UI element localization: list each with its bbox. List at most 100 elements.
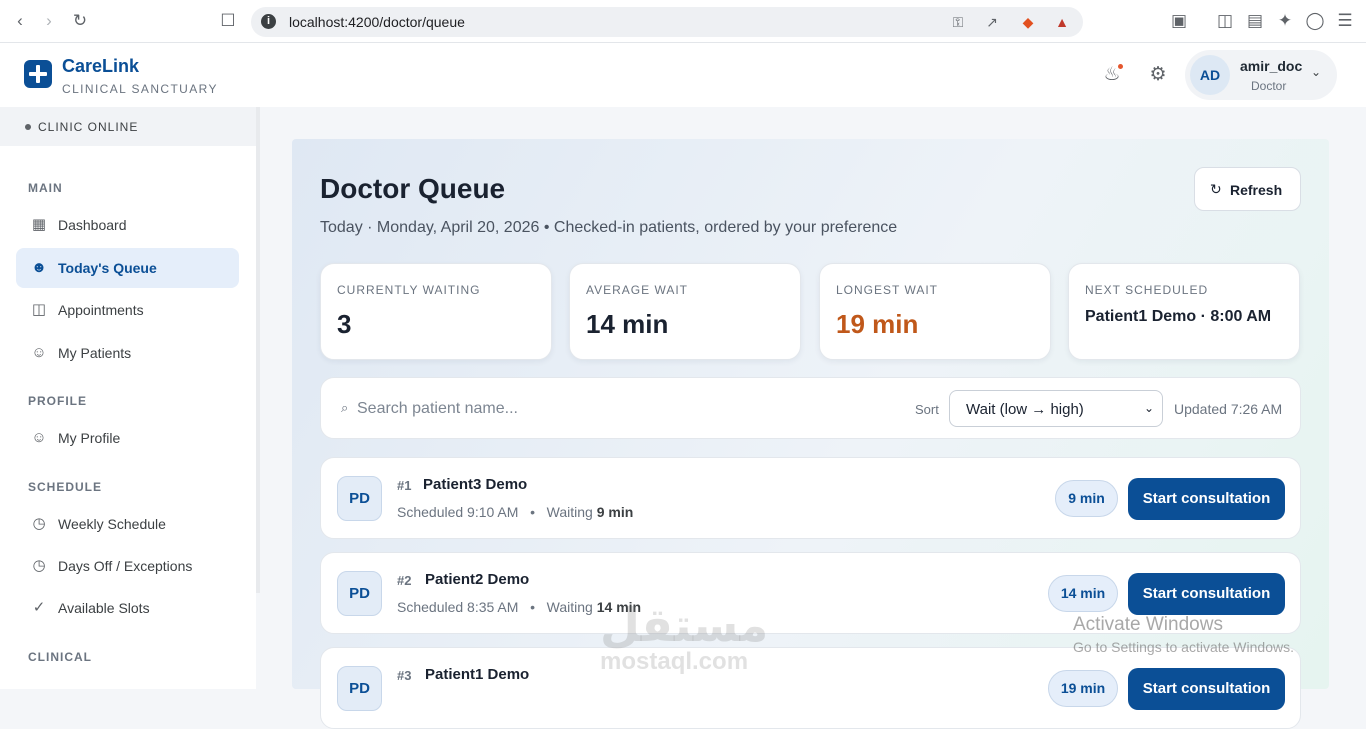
wallet-icon[interactable]: ▤ [1244,10,1266,32]
patient-name: Patient2 Demo [425,571,530,588]
rewards-icon[interactable]: ▲ [1053,13,1071,31]
stat-card-average-wait: AVERAGE WAIT 14 min [569,263,801,360]
start-consultation-button[interactable]: Start consultation [1128,478,1285,520]
stat-card-next-scheduled: NEXT SCHEDULED Patient1 Demo · 8:00 AM [1068,263,1300,360]
waiting-label: Waiting [546,504,593,520]
queue-position: #2 [397,573,412,588]
queue-toolbar: ⌕ Sort Wait (low → high) ⌄ Updated 7:26 … [320,377,1301,439]
windows-activation-subtitle: Go to Settings to activate Windows. [1073,639,1294,655]
notification-dot [1118,64,1123,69]
user-role: Doctor [1251,79,1287,93]
patient-name: Patient1 Demo [425,666,530,683]
sidebar-toggle-icon[interactable]: ◫ [1214,10,1236,32]
search-input[interactable] [357,397,757,421]
refresh-label: Refresh [1230,182,1283,198]
page-subtitle: Today · Monday, April 20, 2026 • Checked… [320,219,898,236]
stat-value: 14 min [586,309,669,339]
sidebar-item-profile[interactable]: ☺ My Profile [16,418,239,458]
sidebar-item-label: My Patients [58,345,132,361]
refresh-icon: ↻ [1210,181,1222,197]
patient-avatar: PD [337,476,382,521]
back-icon[interactable]: ‹ [9,10,31,32]
bookmark-icon[interactable]: ☐ [217,10,239,32]
start-consultation-button[interactable]: Start consultation [1128,573,1285,615]
updated-timestamp: Updated 7:26 AM [1174,401,1283,417]
refresh-button[interactable]: ↻ Refresh [1194,167,1301,211]
avatar: AD [1190,55,1230,95]
section-label-schedule: SCHEDULE [28,480,103,494]
user-menu[interactable]: AD amir_doc Doctor ⌄ [1185,50,1337,100]
search-icon: ⌕ [341,400,349,415]
users-icon: ☻ [31,259,47,276]
stat-label: LONGEST WAIT [836,283,939,297]
user-icon: ☺ [31,344,47,361]
queue-position: #1 [397,478,412,493]
sidebar-item-days-off[interactable]: ◷ Days Off / Exceptions [16,546,239,586]
queue-row: PD #1 Patient3 Demo Scheduled 9:10 AM • … [320,457,1301,539]
wait-badge: 9 min [1055,480,1118,517]
sort-select[interactable]: Wait (low → high) ⌄ [949,390,1163,427]
clock-icon: ◷ [32,515,46,532]
sidebar-item-queue[interactable]: ☻ Today's Queue [16,248,239,288]
gear-icon[interactable]: ⚙ [1146,63,1170,87]
address-bar[interactable]: i localhost:4200/doctor/queue ⚿ ↗ ◆ ▲ [251,7,1083,37]
sidebar-item-patients[interactable]: ☺ My Patients [16,333,239,373]
stat-label: CURRENTLY WAITING [337,283,481,297]
sidebar-item-available-slots[interactable]: ✓ Available Slots [16,588,239,628]
mostaql-watermark-url: mostaql.com [600,648,749,675]
sidebar-item-label: Dashboard [58,217,127,233]
clinic-status: CLINIC ONLINE [0,107,256,146]
queue-row: PD #3 Patient1 Demo 19 min Start consult… [320,647,1301,729]
sidebar-item-label: Today's Queue [58,260,157,276]
sidebar-scrollbar[interactable] [256,107,260,593]
patient-avatar: PD [337,571,382,616]
calendar-icon: ◫ [31,301,47,318]
sidebar-item-label: My Profile [58,430,121,446]
menu-icon[interactable]: ☰ [1334,10,1356,32]
status-dot-icon [25,124,31,130]
waiting-value: 9 min [596,504,634,520]
scheduled-time: Scheduled 8:35 AM [397,599,519,615]
mostaql-watermark: مستقل [600,599,769,651]
check-icon: ✓ [32,599,46,616]
reload-icon[interactable]: ↻ [69,10,91,32]
sidebar-item-weekly-schedule[interactable]: ◷ Weekly Schedule [16,504,239,544]
stat-value: 3 [337,309,352,339]
ai-sparkle-icon[interactable]: ✦ [1274,10,1296,32]
brand-tagline: CLINICAL SANCTUARY [62,82,218,96]
section-label-clinical: CLINICAL [28,650,92,664]
sidebar-item-label: Weekly Schedule [58,516,166,532]
chevron-down-icon[interactable]: ⌄ [1311,65,1321,79]
sort-select-value: Wait (low → high) [966,401,1084,418]
stat-label: NEXT SCHEDULED [1085,283,1209,297]
sidebar-item-dashboard[interactable]: ▦ Dashboard [16,205,239,245]
tab-search-icon[interactable]: ▣ [1168,10,1190,32]
sidebar-item-appointments[interactable]: ◫ Appointments [16,290,239,330]
brave-shield-icon[interactable]: ◆ [1019,13,1037,31]
chevron-down-icon: ⌄ [1143,401,1154,415]
stat-card-waiting: CURRENTLY WAITING 3 [320,263,552,360]
user-name: amir_doc [1240,58,1303,74]
waiting-label: Waiting [546,599,593,615]
key-icon[interactable]: ⚿ [949,13,967,31]
clinic-status-text: CLINIC ONLINE [38,120,139,134]
vpn-shield-icon[interactable]: ◯ [1304,10,1326,32]
browser-toolbar: ‹ › ↻ ☐ i localhost:4200/doctor/queue ⚿ … [0,0,1366,43]
app-header: CareLink CLINICAL SANCTUARY ♨ ⚙ [0,43,1366,107]
clock-icon: ◷ [32,557,46,574]
share-icon[interactable]: ↗ [983,13,1001,31]
page-title: Doctor Queue [320,173,506,204]
sort-label: Sort [915,402,939,417]
scheduled-time: Scheduled 9:10 AM [397,504,519,520]
brand-name: CareLink [62,56,140,76]
forward-icon[interactable]: › [38,10,60,32]
sidebar: CLINIC ONLINE MAIN ▦ Dashboard ☻ Today's… [0,107,256,689]
stat-value: Patient1 Demo · 8:00 AM [1085,308,1272,325]
site-info-icon[interactable]: i [261,14,276,29]
sidebar-item-label: Days Off / Exceptions [58,558,193,574]
url-text[interactable]: localhost:4200/doctor/queue [289,14,465,30]
section-label-main: MAIN [28,181,63,195]
start-consultation-button[interactable]: Start consultation [1128,668,1285,710]
patient-name: Patient3 Demo [423,476,528,493]
grid-icon: ▦ [31,216,47,233]
